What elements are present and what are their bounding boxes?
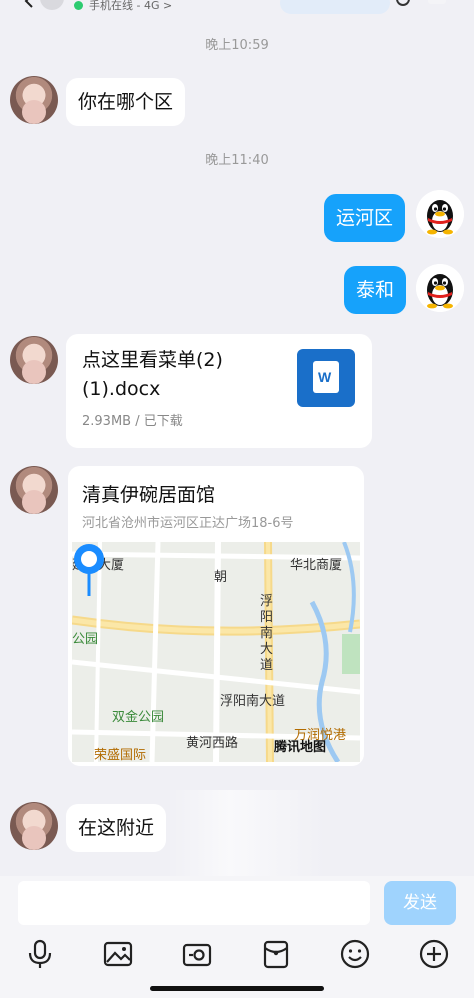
message-input[interactable] (18, 881, 370, 925)
map-label: 朝 (214, 570, 228, 585)
map-label: 浮阳南大道 (220, 694, 286, 709)
file-meta: 2.93MB / 已下载 (82, 414, 183, 429)
online-status-text[interactable]: 手机在线 - 4G > (89, 0, 172, 13)
message-bubble-incoming[interactable]: 你在哪个区 (66, 78, 186, 126)
contact-avatar[interactable] (10, 466, 58, 514)
message-bubble-outgoing[interactable]: 运河区 (324, 194, 406, 242)
fade-overlay (166, 790, 326, 876)
contact-avatar[interactable] (40, 0, 64, 10)
contact-avatar[interactable] (10, 336, 58, 384)
map-label: 公园 (72, 632, 99, 647)
composer-bar: 发送 (0, 876, 474, 998)
file-name: 点这里看菜单(2)(1).docx (82, 349, 223, 400)
chat-header: 手机在线 - 4G > (0, 0, 474, 14)
image-icon[interactable] (102, 938, 134, 970)
microphone-icon[interactable] (24, 938, 56, 970)
header-banner (280, 0, 390, 14)
map-provider-logo: 腾讯地图 (274, 740, 327, 755)
message-bubble-outgoing[interactable]: 泰和 (344, 266, 407, 314)
more-icon[interactable] (428, 0, 446, 4)
camera-icon[interactable] (181, 938, 213, 970)
online-status-icon (74, 1, 83, 10)
qq-penguin-avatar-icon[interactable] (416, 264, 464, 312)
timestamp: 晚上11:40 (205, 153, 269, 168)
emoji-icon[interactable] (339, 938, 371, 970)
map-pin-icon (74, 544, 104, 596)
map-label: 浮阳南大道 (260, 594, 274, 673)
back-arrow-icon[interactable] (24, 0, 34, 8)
contact-avatar[interactable] (10, 802, 58, 850)
message-bubble-incoming[interactable]: 在这附近 (66, 804, 167, 852)
qq-penguin-avatar-icon[interactable] (416, 190, 464, 238)
plus-icon[interactable] (418, 938, 450, 970)
map-label: 荣盛国际 (94, 748, 147, 762)
location-map[interactable]: 建业大厦 华北商厦 朝 浮阳南大道 公园 浮阳南大道 双金公园 黄河西路 万润悦… (72, 542, 360, 762)
location-address: 河北省沧州市运河区正达广场18-6号 (82, 516, 294, 531)
call-icon[interactable] (396, 0, 410, 6)
red-packet-icon[interactable] (260, 938, 292, 970)
word-document-icon: W (297, 349, 355, 407)
map-label: 双金公园 (112, 710, 165, 725)
timestamp: 晚上10:59 (205, 38, 269, 53)
home-indicator (150, 986, 324, 991)
map-label: 黄河西路 (186, 736, 239, 751)
location-title: 清真伊碗居面馆 (82, 484, 216, 506)
send-button[interactable]: 发送 (384, 881, 456, 925)
map-label: 华北商厦 (290, 558, 343, 573)
contact-avatar[interactable] (10, 76, 58, 124)
location-message-card[interactable]: 清真伊碗居面馆 河北省沧州市运河区正达广场18-6号 建业大厦 华北商厦 朝 浮… (68, 466, 364, 766)
file-message-card[interactable]: 点这里看菜单(2)(1).docx 2.93MB / 已下载 W (66, 334, 372, 448)
